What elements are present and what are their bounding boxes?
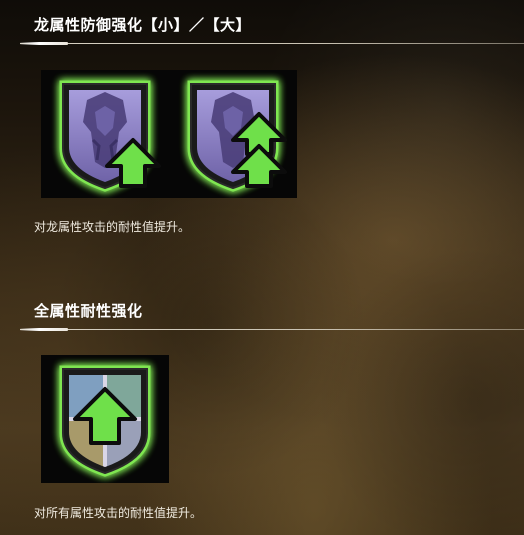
dragon-resistance-small-icon: [41, 70, 169, 198]
skill-description: 对所有属性攻击的耐性值提升。: [34, 506, 203, 520]
section-title: 全属性耐性强化: [34, 302, 143, 320]
section-divider: [20, 328, 524, 331]
skill-description: 对龙属性攻击的耐性值提升。: [34, 220, 191, 234]
all-resistance-up-icon: [41, 355, 169, 483]
dragon-resistance-large-icon: [169, 70, 297, 198]
section-divider: [20, 42, 524, 45]
section-title: 龙属性防御强化【小】／【大】: [34, 16, 252, 34]
